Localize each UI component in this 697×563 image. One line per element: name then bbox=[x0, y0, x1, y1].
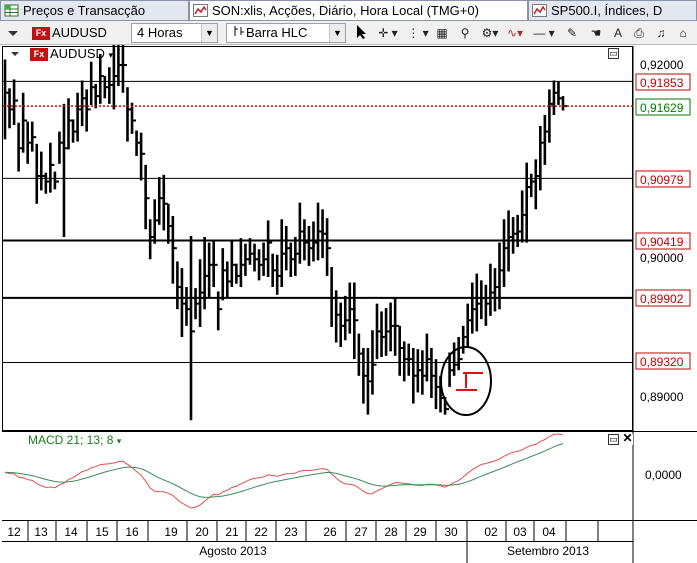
day-label: 02 bbox=[484, 525, 498, 539]
symbol-selector[interactable]: Fx AUDUSD bbox=[26, 23, 126, 43]
price-tick-label: 0,89000 bbox=[640, 390, 684, 404]
tab-prices-and-trades[interactable]: Preços e Transacção bbox=[0, 0, 189, 20]
chevron-down-icon: ▼ bbox=[329, 24, 345, 42]
chart-symbol-label[interactable]: AUDUSD ▾ bbox=[50, 46, 113, 61]
day-label: 22 bbox=[254, 525, 268, 539]
day-label: 16 bbox=[125, 525, 139, 539]
day-label: 15 bbox=[95, 525, 109, 539]
chevron-down-icon: ▾ bbox=[108, 50, 114, 60]
tab-label: SP500.I, Índices, D bbox=[551, 3, 663, 18]
pencil-icon[interactable]: ✎ bbox=[563, 24, 581, 42]
tab-label: SON:xlis, Acções, Diário, Hora Local (TM… bbox=[212, 3, 479, 18]
level-label: 0,90979 bbox=[640, 173, 684, 187]
menu-icon[interactable] bbox=[3, 23, 23, 43]
macd-label-text: MACD 21; 13; 8 bbox=[28, 433, 114, 447]
chart-style-select[interactable]: Barra HLC ▼ bbox=[226, 23, 346, 43]
chart-style-value: Barra HLC bbox=[246, 25, 308, 40]
chart-toolbar: Fx AUDUSD 4 Horas ▼ Barra HLC ▼ ✛ ▾ ⋮ ▾ ▦… bbox=[0, 21, 697, 45]
price-table-icon bbox=[4, 4, 19, 17]
tab-label: Preços e Transacção bbox=[23, 3, 146, 18]
current-price-label: 0,91629 bbox=[640, 101, 684, 115]
month-label: Setembro 2013 bbox=[507, 544, 589, 558]
bar-style-icon bbox=[232, 24, 246, 42]
symbol-text: AUDUSD bbox=[50, 46, 105, 61]
maximize-macd-icon[interactable]: ▭ bbox=[608, 434, 619, 445]
level-label: 0,90419 bbox=[640, 235, 684, 249]
day-label: 20 bbox=[195, 525, 209, 539]
cursor-icon[interactable] bbox=[353, 24, 371, 42]
line-tool-icon[interactable]: — ▾ bbox=[531, 24, 557, 42]
maximize-pane-icon[interactable]: ▭ bbox=[608, 48, 619, 59]
wave-tool-icon[interactable]: ∿▾ bbox=[503, 24, 527, 42]
bell-icon[interactable]: ♫ bbox=[652, 24, 670, 42]
chart-icon bbox=[532, 4, 547, 17]
price-tick-label: 0,90000 bbox=[640, 251, 684, 265]
day-label: 30 bbox=[444, 525, 458, 539]
macd-zero-label: 0,0000 bbox=[645, 468, 682, 482]
day-label: 12 bbox=[7, 525, 21, 539]
day-label: 28 bbox=[384, 525, 398, 539]
hand-icon[interactable]: ☚ bbox=[587, 24, 605, 42]
day-label: 27 bbox=[354, 525, 368, 539]
timeframe-value: 4 Horas bbox=[137, 25, 183, 40]
level-label: 0,89320 bbox=[640, 355, 684, 369]
day-label: 04 bbox=[542, 525, 556, 539]
fx-badge-icon: Fx bbox=[32, 27, 50, 41]
line-type-icon[interactable]: ⋮ ▾ bbox=[405, 24, 431, 42]
level-label: 0,91853 bbox=[640, 76, 684, 90]
timeframe-select[interactable]: 4 Horas ▼ bbox=[131, 23, 218, 43]
chart-icon bbox=[193, 4, 208, 17]
pane-menu-icon[interactable] bbox=[8, 47, 22, 61]
chevron-down-icon: ▼ bbox=[201, 24, 217, 42]
day-label: 21 bbox=[225, 525, 239, 539]
day-label: 29 bbox=[413, 525, 427, 539]
day-label: 19 bbox=[164, 525, 178, 539]
day-label: 23 bbox=[284, 525, 298, 539]
day-label: 14 bbox=[64, 525, 78, 539]
macd-indicator-label[interactable]: MACD 21; 13; 8 ▾ bbox=[28, 433, 121, 447]
tab-sp500-chart[interactable]: SP500.I, Índices, D bbox=[528, 0, 697, 20]
indicator-icon[interactable]: ⚙▾ bbox=[478, 24, 502, 42]
text-tool-icon[interactable]: A bbox=[609, 24, 627, 42]
chevron-down-icon: ▾ bbox=[116, 436, 122, 446]
price-tick-label: 0,92000 bbox=[640, 58, 684, 72]
month-label: Agosto 2013 bbox=[199, 544, 267, 558]
day-label: 26 bbox=[323, 525, 337, 539]
grid-icon[interactable]: ▦ bbox=[433, 24, 451, 42]
crosshair-icon[interactable]: ✛ ▾ bbox=[375, 24, 401, 42]
close-macd-icon[interactable]: ✕ bbox=[622, 432, 633, 445]
tab-son-chart[interactable]: SON:xlis, Acções, Diário, Hora Local (TM… bbox=[189, 0, 528, 20]
price-chart-area[interactable]: 0,92000 0,90000 0,89000 0,91853 0,91629 … bbox=[0, 45, 697, 563]
day-label: 13 bbox=[34, 525, 48, 539]
help-icon[interactable]: ⌂ bbox=[674, 24, 692, 42]
symbol-label: AUDUSD bbox=[52, 25, 107, 40]
day-label: 03 bbox=[513, 525, 527, 539]
document-tab-bar: Preços e Transacção SON:xlis, Acções, Di… bbox=[0, 0, 697, 21]
level-label: 0,89902 bbox=[640, 292, 684, 306]
fx-badge-icon: Fx bbox=[30, 48, 48, 61]
print-icon[interactable]: ⎙ bbox=[630, 24, 648, 42]
zoom-icon[interactable]: ⚲ bbox=[456, 24, 474, 42]
